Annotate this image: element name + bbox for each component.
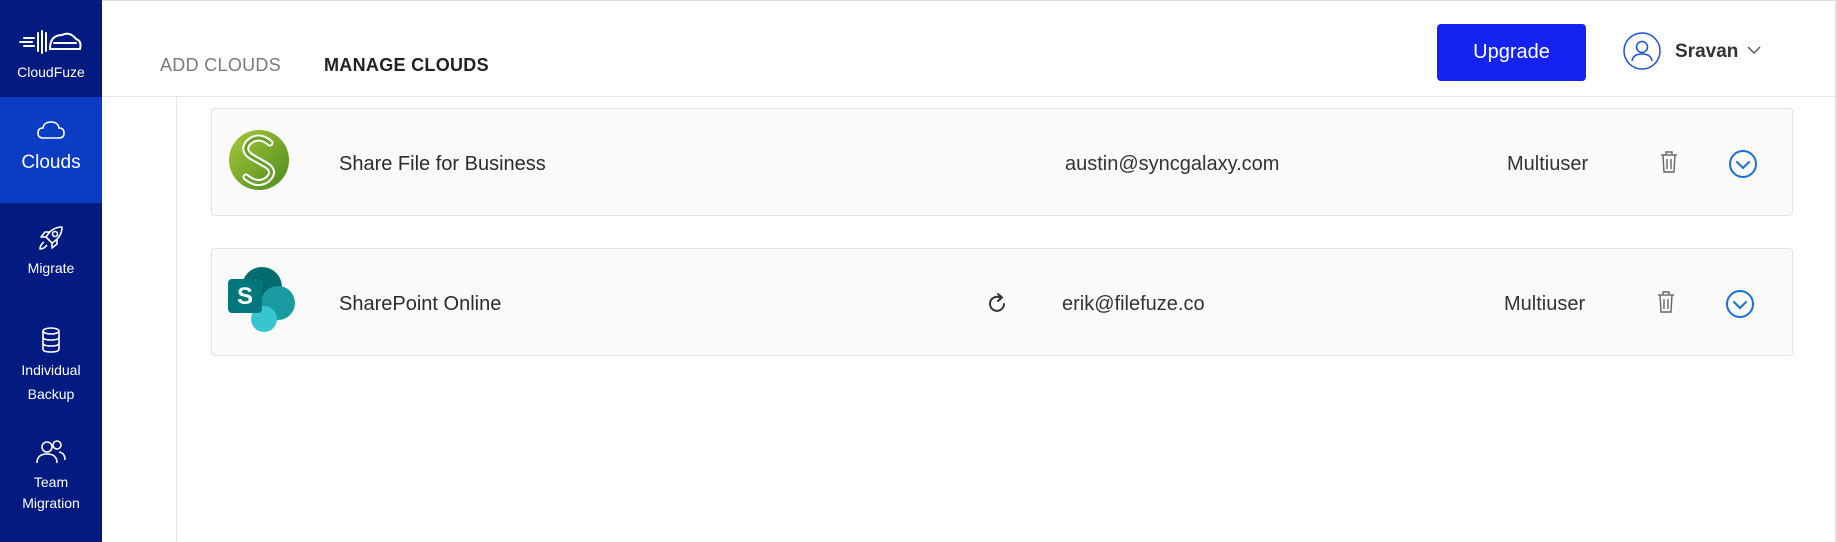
- sidebar-item-team-migration[interactable]: Team Migration: [0, 436, 102, 536]
- cloud-type: Multiuser: [1504, 293, 1586, 315]
- sidebar-item-migrate[interactable]: Migrate: [0, 215, 102, 285]
- user-avatar-icon[interactable]: [1623, 32, 1661, 70]
- sidebar-item-label-line2: Backup: [27, 386, 75, 402]
- sidebar: CloudFuze Clouds Migrate Individual Back…: [0, 0, 102, 542]
- cloud-email: austin@syncgalaxy.com: [1065, 153, 1280, 175]
- refresh-icon[interactable]: [985, 292, 1009, 316]
- cloudfuze-logo-icon: [19, 30, 82, 54]
- chevron-down-circle-icon[interactable]: [1725, 289, 1755, 319]
- sharepoint-logo-icon: S: [228, 267, 295, 332]
- chevron-down-circle-icon[interactable]: [1728, 149, 1758, 179]
- cloud-name: Share File for Business: [339, 153, 546, 175]
- brand-logo[interactable]: CloudFuze: [0, 0, 102, 97]
- trash-icon[interactable]: [1659, 150, 1679, 174]
- tab-manage-clouds[interactable]: MANAGE CLOUDS: [324, 55, 489, 76]
- cloud-icon: [37, 121, 65, 139]
- content-gutter: [102, 97, 177, 542]
- sidebar-item-label-line2: Migration: [22, 495, 80, 511]
- rocket-icon: [39, 226, 63, 250]
- brand-name: CloudFuze: [17, 64, 85, 80]
- users-icon: [36, 440, 66, 464]
- cloud-row: Share File for Business austin@syncgalax…: [211, 108, 1793, 216]
- sidebar-item-individual-backup[interactable]: Individual Backup: [0, 322, 102, 412]
- sidebar-item-label: Migrate: [27, 260, 75, 276]
- top-header: ADD CLOUDS MANAGE CLOUDS Upgrade Sravan: [102, 0, 1835, 97]
- svg-text:S: S: [237, 283, 253, 310]
- app-root: CloudFuze Clouds Migrate Individual Back…: [0, 0, 1837, 542]
- cloud-type: Multiuser: [1507, 153, 1589, 175]
- trash-icon[interactable]: [1656, 290, 1676, 314]
- tab-add-clouds[interactable]: ADD CLOUDS: [160, 55, 281, 76]
- sidebar-item-label-line1: Team: [33, 474, 69, 490]
- database-icon: [42, 327, 60, 353]
- upgrade-button[interactable]: Upgrade: [1437, 24, 1586, 81]
- chevron-down-icon[interactable]: [1746, 45, 1762, 55]
- sidebar-item-label: Clouds: [21, 152, 81, 173]
- sidebar-item-label-line1: Individual: [21, 362, 81, 378]
- user-name[interactable]: Sravan: [1675, 41, 1738, 63]
- cloud-row: S SharePoint Online erik@filefuze.co Mul…: [211, 248, 1793, 356]
- sidebar-item-clouds[interactable]: Clouds: [0, 97, 102, 203]
- sharefile-logo-icon: [229, 130, 289, 190]
- cloud-email: erik@filefuze.co: [1062, 293, 1205, 315]
- cloud-name: SharePoint Online: [339, 293, 502, 315]
